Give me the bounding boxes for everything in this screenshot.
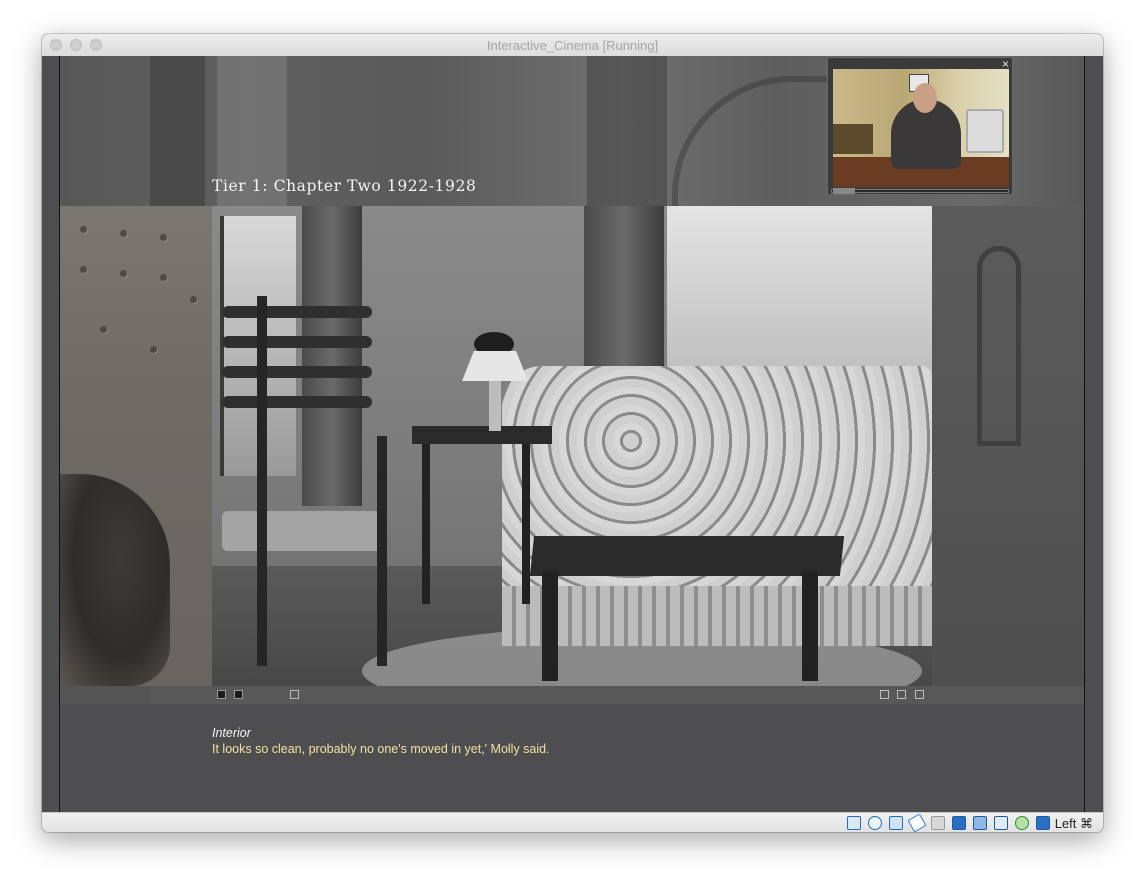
scene-lamp-base — [489, 381, 501, 431]
rivet — [190, 296, 197, 303]
video-progress-bar[interactable] — [831, 189, 1009, 193]
scene-sofa — [502, 366, 932, 616]
coffee-table-leg — [802, 571, 818, 681]
scene-window-bright — [667, 206, 932, 386]
video-monitor — [966, 109, 1004, 153]
rivet — [120, 230, 127, 237]
chair-slat — [222, 396, 372, 408]
chair-seat — [222, 511, 387, 551]
network-icon[interactable] — [889, 816, 903, 830]
chair-leg — [257, 296, 267, 666]
chair-leg — [377, 436, 387, 666]
mouse-integration-icon[interactable] — [1036, 816, 1050, 830]
recording-icon[interactable] — [1015, 816, 1029, 830]
video-bookshelf — [833, 124, 873, 154]
rivet — [80, 226, 87, 233]
window-title: Interactive_Cinema [Running] — [486, 38, 659, 53]
scene-chair — [212, 296, 392, 666]
rivet — [100, 326, 107, 333]
side-table-leg — [422, 444, 430, 604]
narrator-video[interactable] — [833, 69, 1009, 187]
nav-square-filled[interactable] — [217, 690, 226, 699]
nav-square-filled[interactable] — [234, 690, 243, 699]
usb-icon[interactable] — [907, 813, 927, 832]
cpu-icon[interactable] — [994, 816, 1008, 830]
vm-window: Interactive_Cinema [Running] Tier 1: Cha… — [42, 34, 1103, 832]
scene-sofa-skirt — [502, 586, 932, 646]
title-bar: Interactive_Cinema [Running] — [42, 34, 1103, 57]
vm-status-bar: Left ⌘ — [42, 812, 1103, 832]
chair-slat — [222, 306, 372, 318]
nav-square-empty[interactable] — [290, 690, 299, 699]
caption-label: Interior — [212, 726, 251, 740]
player-stage: Tier 1: Chapter Two 1922-1928 Interior I… — [42, 56, 1103, 812]
narrator-video-panel[interactable]: × — [827, 57, 1013, 195]
optical-drive-icon[interactable] — [868, 816, 882, 830]
rivet — [160, 274, 167, 281]
rivet — [120, 270, 127, 277]
scene-side-table — [412, 426, 552, 616]
video-narrator-head — [913, 83, 937, 113]
scene-coffee-table — [529, 536, 845, 576]
hard-disk-icon[interactable] — [847, 816, 861, 830]
chair-slat — [222, 366, 372, 378]
rivet — [160, 234, 167, 241]
nav-square-empty[interactable] — [880, 690, 889, 699]
rivet — [150, 346, 157, 353]
side-table-top — [412, 426, 552, 444]
caption-text: It looks so clean, probably no one's mov… — [212, 742, 550, 756]
main-scene-image[interactable] — [212, 206, 932, 686]
chair-slat — [222, 336, 372, 348]
coffee-table-leg — [542, 571, 558, 681]
host-key-label: Left ⌘ — [1054, 816, 1093, 831]
background-curtain-left — [150, 56, 205, 206]
shared-folders-icon[interactable] — [931, 816, 945, 830]
rivet — [80, 266, 87, 273]
video-progress-handle[interactable] — [833, 188, 855, 194]
chapter-title: Tier 1: Chapter Two 1922-1928 — [212, 177, 477, 195]
video-capture-icon[interactable] — [973, 816, 987, 830]
right-side-door — [977, 246, 1021, 446]
display-icon[interactable] — [952, 816, 966, 830]
right-frame-line — [1084, 56, 1085, 812]
side-table-leg — [522, 444, 530, 604]
background-curtain-right — [587, 56, 667, 206]
nav-strip-left — [60, 686, 150, 704]
scene-lamp-shade — [462, 351, 528, 381]
nav-square-empty[interactable] — [915, 690, 924, 699]
nav-square-empty[interactable] — [897, 690, 906, 699]
